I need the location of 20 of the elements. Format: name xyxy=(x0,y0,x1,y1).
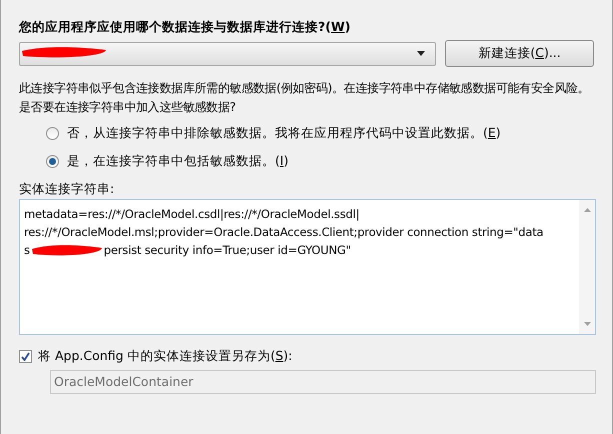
dropdown-caret-icon xyxy=(417,51,426,56)
new-connection-button[interactable]: 新建连接(C)... xyxy=(445,40,594,67)
radio-label: 否，从连接字符串中排除敏感数据。我将在应用程序代码中设置此数据。(E) xyxy=(67,124,501,142)
connection-string-text: persist security info=True;user id=GYOUNG" xyxy=(104,242,351,259)
connection-string-text: s xyxy=(24,242,30,259)
scroll-up-arrow-icon[interactable] xyxy=(584,208,590,212)
radio-button[interactable] xyxy=(46,154,59,168)
connection-prompt: 您的应用程序应使用哪个数据连接与数据库进行连接?(W) xyxy=(19,18,352,36)
connection-dropdown[interactable] xyxy=(19,42,436,66)
entity-string-textarea[interactable]: metadata=res://*/OracleModel.csdl|res://*/OracleModel.ssdl| res://*/OracleModel.msl;provider=Oracle.DataAccess.Client;provider connection string="data s persist security info=True;user id=GYOUNG" xyxy=(19,199,596,335)
sensitive-data-notice: 此连接字符串似乎包含连接数据库所需的敏感数据(例如密码)。在连接字符串中存储敏感数据可能有安全风险。是否要在连接字符串中加入这些敏感数据? xyxy=(19,80,590,116)
connection-string-text: res://*/OracleModel.msl;provider=Oracle.DataAccess.Client;provider connection string="data xyxy=(24,224,544,241)
connection-string-text: metadata=res://*/OracleModel.csdl|res://*/OracleModel.ssdl| xyxy=(24,206,360,223)
radio-button[interactable] xyxy=(46,126,59,140)
entity-string-label: 实体连接字符串: xyxy=(19,181,116,197)
scroll-down-arrow-icon[interactable] xyxy=(584,322,590,326)
save-setting-label: 将 App.Config 中的实体连接设置另存为(S): xyxy=(38,346,292,365)
checkbox[interactable] xyxy=(19,350,32,362)
radio-label: 是，在连接字符串中包括敏感数据。(I) xyxy=(67,152,288,170)
scrollbar[interactable] xyxy=(579,200,595,334)
